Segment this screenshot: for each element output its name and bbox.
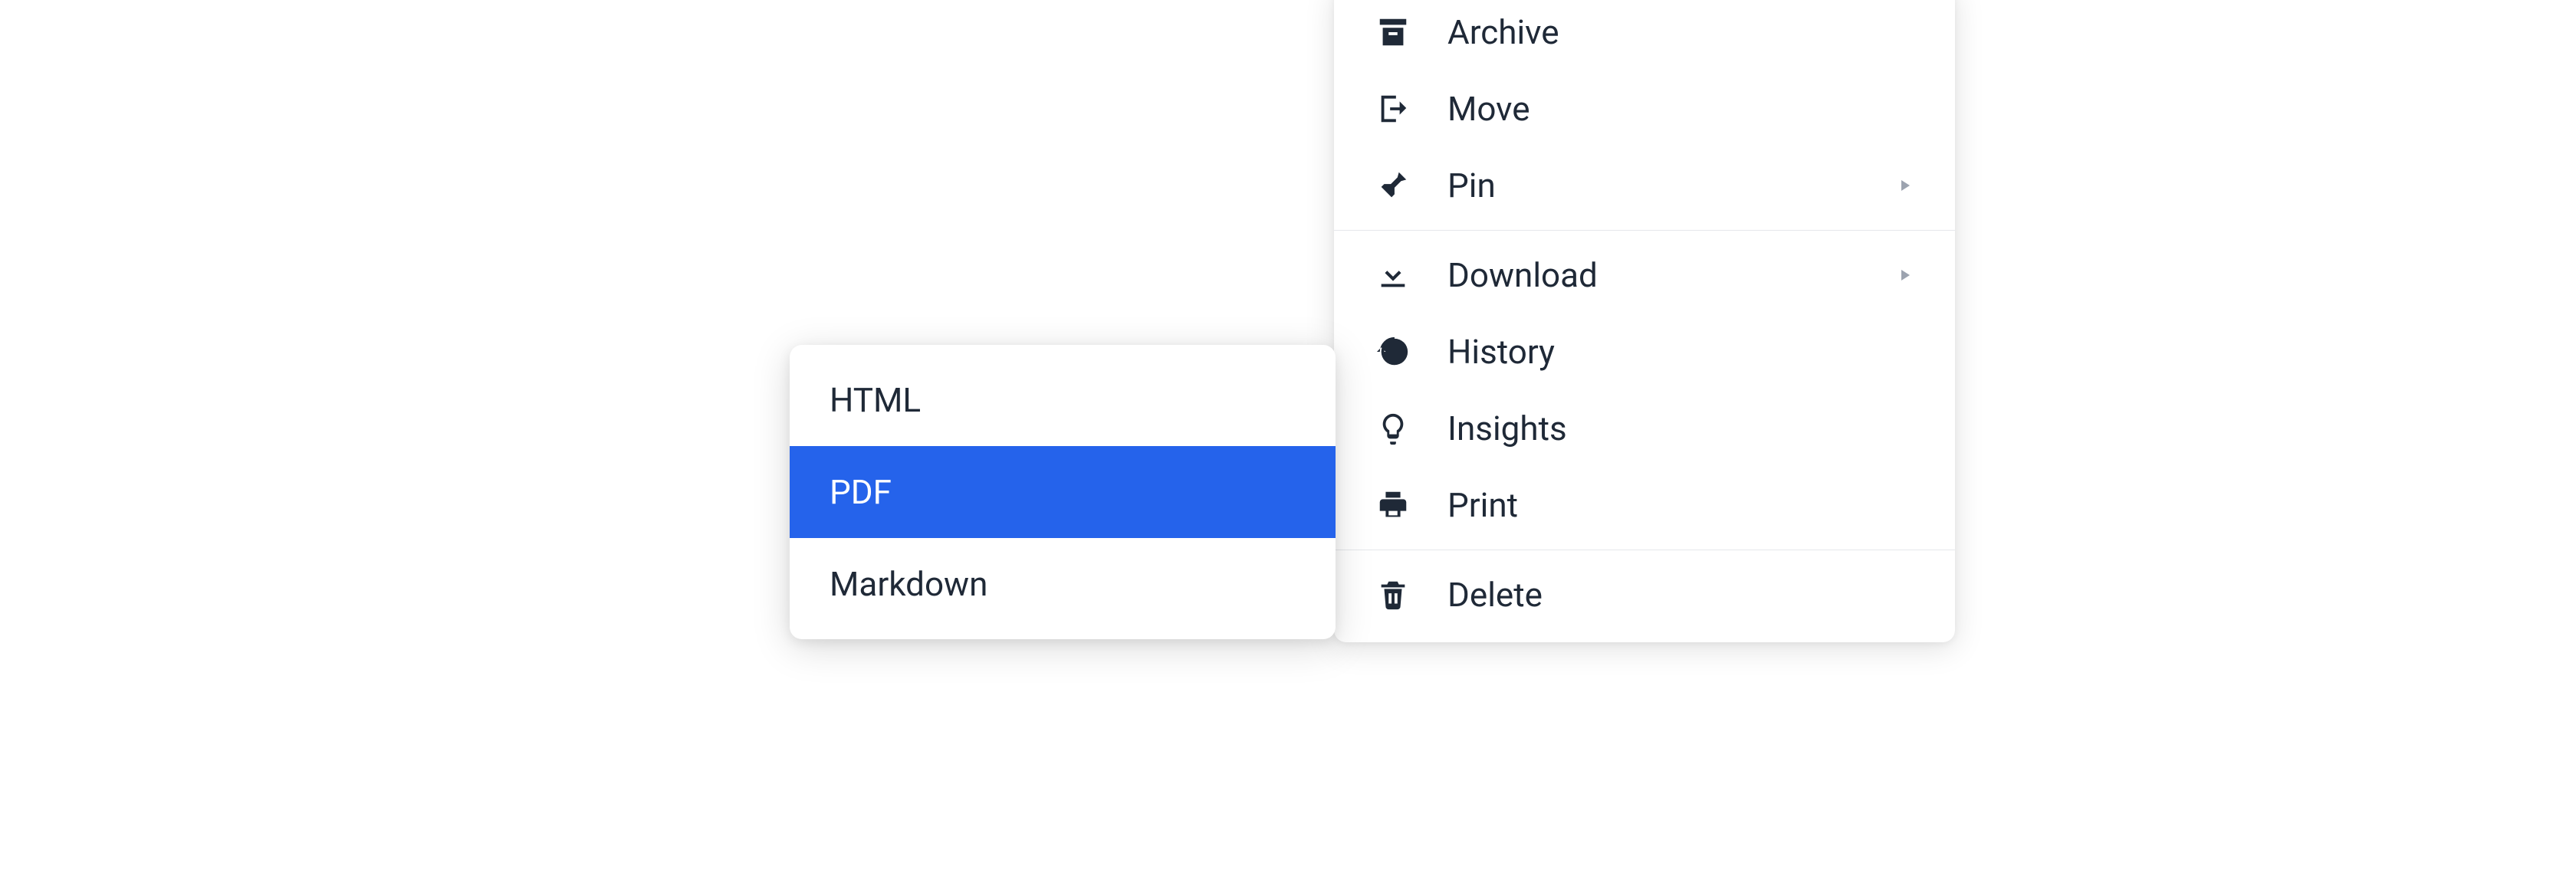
history-icon: [1375, 334, 1411, 369]
insights-icon: [1375, 411, 1411, 446]
menu-item-label: Move: [1447, 89, 1914, 129]
submenu-item-pdf[interactable]: PDF: [790, 446, 1336, 538]
move-icon: [1375, 91, 1411, 126]
menu-item-label: Delete: [1447, 575, 1914, 615]
menu-item-print[interactable]: Print: [1334, 467, 1955, 543]
submenu-item-html[interactable]: HTML: [790, 354, 1336, 446]
submenu-item-label: PDF: [830, 472, 892, 512]
menu-item-label: Print: [1447, 485, 1914, 525]
delete-icon: [1375, 577, 1411, 612]
menu-item-insights[interactable]: Insights: [1334, 390, 1955, 467]
menu-divider: [1334, 230, 1955, 231]
chevron-right-icon: [1895, 266, 1914, 284]
menu-item-label: Pin: [1447, 166, 1895, 205]
download-submenu: HTML PDF Markdown: [790, 345, 1336, 639]
download-icon: [1375, 258, 1411, 293]
menu-item-history[interactable]: History: [1334, 313, 1955, 390]
menu-item-label: Insights: [1447, 409, 1914, 448]
submenu-item-label: Markdown: [830, 564, 987, 604]
menu-item-label: Download: [1447, 255, 1895, 295]
archive-icon: [1375, 15, 1411, 50]
pin-icon: [1375, 168, 1411, 203]
submenu-item-label: HTML: [830, 380, 921, 420]
print-icon: [1375, 487, 1411, 523]
menu-item-delete[interactable]: Delete: [1334, 556, 1955, 633]
menu-item-pin[interactable]: Pin: [1334, 147, 1955, 224]
menu-item-download[interactable]: Download: [1334, 237, 1955, 313]
menu-item-label: History: [1447, 332, 1914, 372]
menu-item-label: Archive: [1447, 12, 1914, 52]
submenu-item-markdown[interactable]: Markdown: [790, 538, 1336, 630]
context-menu: Archive Move Pin Download History: [1334, 0, 1955, 642]
chevron-right-icon: [1895, 176, 1914, 195]
menu-item-move[interactable]: Move: [1334, 71, 1955, 147]
menu-item-archive[interactable]: Archive: [1334, 0, 1955, 71]
